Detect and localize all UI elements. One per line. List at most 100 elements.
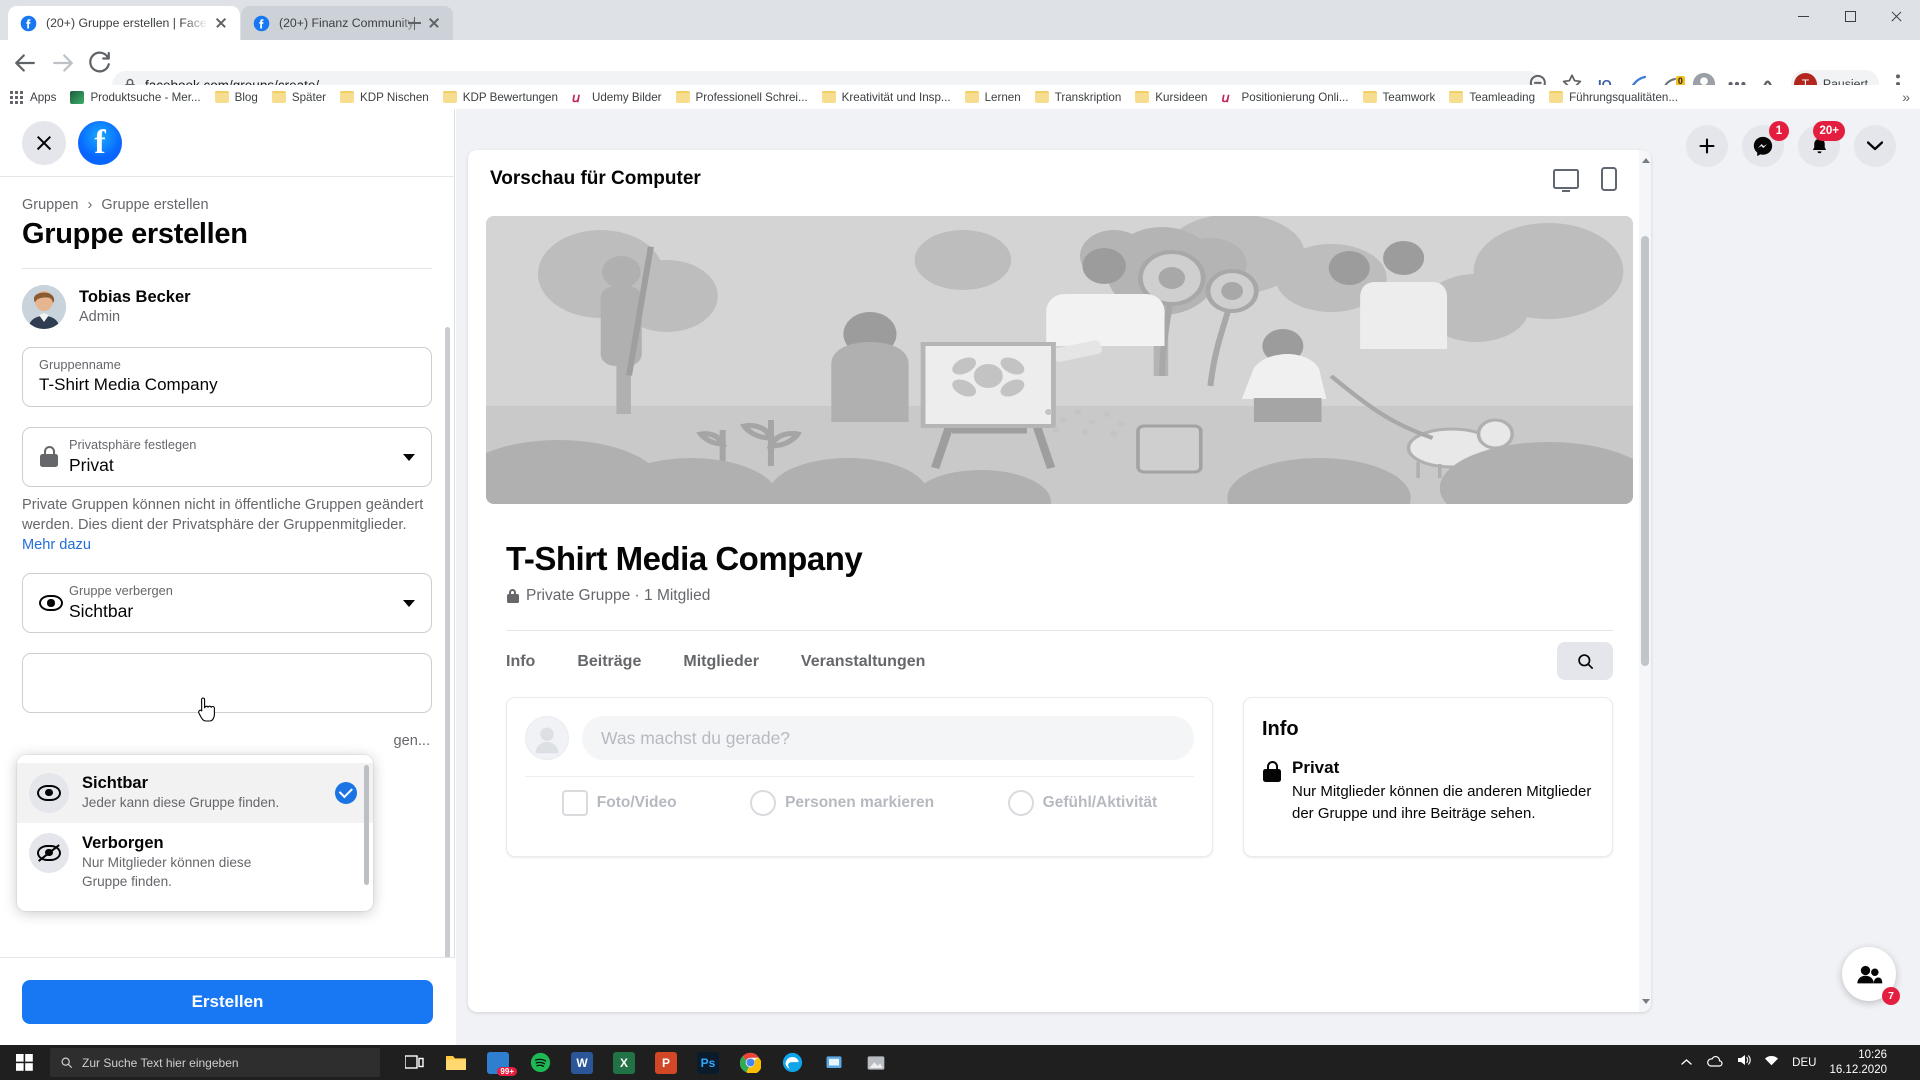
close-icon[interactable] xyxy=(22,120,66,165)
bookmark-item[interactable]: Teamleading xyxy=(1449,91,1535,104)
store-icon[interactable]: 99+ xyxy=(478,1045,518,1080)
facebook-logo-icon[interactable]: f xyxy=(78,120,122,165)
edge-icon[interactable] xyxy=(772,1045,812,1080)
bookmark-item[interactable]: Blog xyxy=(214,91,258,104)
hidden-field-behind-dropdown[interactable] xyxy=(22,653,432,714)
bookmark-item[interactable]: Führungsqualitäten... xyxy=(1549,91,1678,104)
privacy-select[interactable]: Privatsphäre festlegen Privat xyxy=(22,427,432,487)
close-icon[interactable] xyxy=(1874,0,1920,32)
bell-icon[interactable]: 20+ xyxy=(1798,121,1845,167)
search-icon[interactable] xyxy=(1557,642,1613,680)
powerpoint-icon[interactable]: P xyxy=(646,1045,686,1080)
network-icon[interactable] xyxy=(1764,1054,1779,1072)
breadcrumb-parent[interactable]: Gruppen xyxy=(22,197,78,213)
panel-scrollbar[interactable] xyxy=(445,327,450,967)
preview-group-meta-text: Private Gruppe · 1 Mitglied xyxy=(526,587,711,604)
composer-action-photo-video[interactable]: Foto/Video xyxy=(561,790,677,816)
bookmark-item[interactable]: Später xyxy=(271,91,326,104)
scroll-down-icon[interactable] xyxy=(1642,999,1650,1004)
bookmark-item[interactable]: Kreativität und Insp... xyxy=(821,91,951,104)
bookmark-apps[interactable]: Apps xyxy=(10,90,56,104)
snipping-tool-icon[interactable] xyxy=(814,1045,854,1080)
dropdown-option-sichtbar[interactable]: Sichtbar Jeder kann diese Gruppe finden. xyxy=(17,763,373,823)
taskbar-search-box[interactable]: Zur Suche Text hier eingeben xyxy=(50,1048,380,1077)
task-view-icon[interactable] xyxy=(394,1045,434,1080)
bookmark-item[interactable]: Teamwork xyxy=(1362,90,1436,104)
excel-icon[interactable]: X xyxy=(604,1045,644,1080)
chevron-down-icon[interactable] xyxy=(1854,125,1896,167)
group-name-field[interactable]: Gruppenname T-Shirt Media Company xyxy=(22,347,432,407)
site-icon xyxy=(70,90,85,104)
taskbar-clock[interactable]: 10:26 16.12.2020 xyxy=(1829,1048,1887,1076)
windows-start-icon[interactable] xyxy=(0,1045,48,1080)
tab-beitraege[interactable]: Beiträge xyxy=(577,653,641,671)
lock-icon xyxy=(506,588,519,604)
word-icon[interactable]: W xyxy=(562,1045,602,1080)
partial-hidden-text: gen... xyxy=(393,733,430,750)
desktop-icon[interactable] xyxy=(1553,169,1579,193)
maximize-icon[interactable] xyxy=(1828,0,1874,32)
chevron-up-icon[interactable] xyxy=(1681,1045,1693,1080)
back-arrow-icon[interactable] xyxy=(10,48,40,78)
folder-icon xyxy=(1362,91,1377,103)
new-tab-button[interactable] xyxy=(400,9,428,37)
language-indicator[interactable]: DEU xyxy=(1792,1057,1816,1069)
visibility-select[interactable]: Gruppe verbergen Sichtbar xyxy=(22,573,432,634)
mobile-icon[interactable] xyxy=(1601,167,1617,191)
explorer-icon[interactable] xyxy=(436,1045,476,1080)
bookmark-item[interactable]: KDP Bewertungen xyxy=(442,91,558,104)
composer-action-tag-people[interactable]: Personen markieren xyxy=(750,790,934,816)
bookmark-item[interactable]: KDP Nischen xyxy=(340,91,429,104)
show-desktop-button[interactable] xyxy=(1900,1045,1912,1080)
preview-scrollbar[interactable] xyxy=(1639,150,1651,1012)
scrollbar-thumb[interactable] xyxy=(1641,236,1649,666)
bookmark-item[interactable]: Produktsuche - Mer... xyxy=(70,90,201,104)
bookmark-label: Teamwork xyxy=(1382,90,1436,104)
photos-icon[interactable] xyxy=(856,1045,896,1080)
bookmarks-overflow-button[interactable]: » xyxy=(1902,89,1910,105)
taskbar-tray: DEU 10:26 16.12.2020 xyxy=(1681,1045,1920,1080)
group-name-input[interactable]: T-Shirt Media Company xyxy=(39,374,415,397)
photoshop-icon[interactable]: Ps xyxy=(688,1045,728,1080)
spotify-icon[interactable] xyxy=(520,1045,560,1080)
composer-input[interactable]: Was machst du gerade? xyxy=(582,716,1194,760)
create-group-panel: f Gruppen › Gruppe erstellen Gruppe erst… xyxy=(0,109,455,1045)
chrome-icon[interactable] xyxy=(730,1045,770,1080)
bookmark-label: Teamleading xyxy=(1469,90,1536,104)
folder-icon xyxy=(1449,91,1464,103)
tab-strip: (20+) Gruppe erstellen | Faceboo (20+) F… xyxy=(0,0,454,40)
close-icon[interactable] xyxy=(212,14,230,32)
scroll-up-icon[interactable] xyxy=(1642,158,1650,163)
messenger-icon[interactable]: 1 xyxy=(1742,121,1789,167)
panel-body: Gruppen › Gruppe erstellen Gruppe erstel… xyxy=(0,177,454,967)
bookmark-item[interactable]: Transkription xyxy=(1034,91,1121,104)
bookmark-item[interactable]: Kursideen xyxy=(1135,91,1208,104)
composer-action-feeling[interactable]: Gefühl/Aktivität xyxy=(1007,790,1158,816)
plus-icon[interactable] xyxy=(1686,125,1728,167)
chevron-down-icon[interactable] xyxy=(403,453,415,461)
more-info-link[interactable]: Mehr dazu xyxy=(22,537,91,553)
minimize-icon[interactable] xyxy=(1782,0,1828,32)
onedrive-icon[interactable] xyxy=(1706,1054,1723,1072)
bookmark-item[interactable]: 𝘶 Udemy Bilder xyxy=(572,91,662,104)
bookmark-item[interactable]: Lernen xyxy=(964,91,1021,104)
dropdown-option-verborgen[interactable]: Verborgen Nur Mitglieder können diese Gr… xyxy=(17,823,373,901)
action-label: Gefühl/Aktivität xyxy=(1042,794,1158,811)
bookmark-item[interactable]: 𝘶 Positionierung Onli... xyxy=(1222,91,1349,104)
group-name-label: Gruppenname xyxy=(39,357,121,373)
preview-group-body: T-Shirt Media Company Private Gruppe · 1… xyxy=(468,512,1651,1012)
tab-mitglieder[interactable]: Mitglieder xyxy=(683,653,759,671)
visibility-value: Sichtbar xyxy=(69,600,134,621)
chevron-down-icon[interactable] xyxy=(403,599,415,607)
preview-group-meta: Private Gruppe · 1 Mitglied xyxy=(506,587,1613,605)
reload-icon[interactable] xyxy=(85,48,115,78)
privacy-helper-body: Private Gruppen können nicht in öffentli… xyxy=(22,497,424,534)
create-group-button[interactable]: Erstellen xyxy=(22,979,433,1024)
volume-icon[interactable] xyxy=(1736,1053,1751,1072)
tab-info[interactable]: Info xyxy=(506,653,535,671)
dropdown-scrollbar[interactable] xyxy=(364,765,369,885)
browser-tab-active[interactable]: (20+) Gruppe erstellen | Faceboo xyxy=(8,6,240,40)
tab-veranstaltungen[interactable]: Veranstaltungen xyxy=(801,653,925,671)
bookmark-item[interactable]: Professionell Schrei... xyxy=(675,91,808,104)
forward-arrow-icon[interactable] xyxy=(48,48,78,78)
